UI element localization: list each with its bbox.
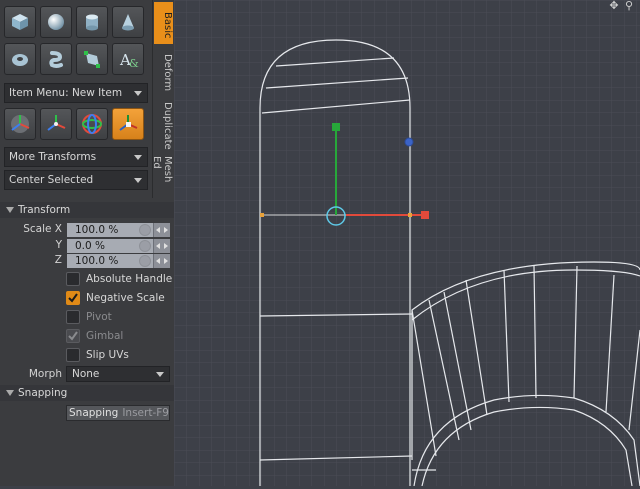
snapping-section-header[interactable]: Snapping bbox=[0, 385, 174, 401]
center-selected-value: Center Selected bbox=[9, 174, 94, 186]
collapse-triangle-icon bbox=[6, 390, 14, 396]
negative-scale-checkbox[interactable] bbox=[66, 291, 80, 305]
scale-y-value: 0.0 % bbox=[75, 240, 106, 252]
scale-z-field[interactable]: 100.0 % bbox=[67, 254, 170, 268]
zoom-viewport-icon[interactable]: ⚲ bbox=[623, 0, 635, 12]
transform-section-header[interactable]: Transform bbox=[0, 202, 174, 218]
cube-button[interactable] bbox=[4, 6, 36, 38]
pivot-checkbox[interactable] bbox=[66, 310, 80, 324]
scale-z-value: 100.0 % bbox=[75, 255, 119, 267]
morph-value: None bbox=[72, 368, 100, 380]
gizmo-x-handle[interactable] bbox=[421, 211, 429, 219]
scale-tool-icon bbox=[82, 114, 102, 134]
gimbal-label: Gimbal bbox=[86, 330, 124, 342]
slip-uvs-checkbox[interactable] bbox=[66, 348, 80, 362]
dial-icon[interactable] bbox=[139, 240, 151, 252]
tab-duplicate[interactable]: Duplicate bbox=[154, 98, 173, 150]
viewport-grid bbox=[174, 0, 640, 486]
gizmo-left-handle[interactable] bbox=[260, 213, 264, 217]
chevron-down-icon bbox=[156, 372, 164, 377]
checkmark-icon bbox=[68, 293, 78, 303]
tab-deform[interactable]: Deform bbox=[154, 46, 173, 96]
tab-mesh-edit[interactable]: Mesh Ed bbox=[154, 152, 173, 198]
spin-arrows-icon[interactable] bbox=[153, 254, 170, 268]
viewport-canvas[interactable] bbox=[174, 0, 640, 487]
move-tool-button[interactable] bbox=[4, 108, 36, 140]
svg-text:&: & bbox=[129, 57, 139, 70]
text-tool-icon: A & bbox=[119, 51, 139, 70]
cylinder-button[interactable] bbox=[76, 6, 108, 38]
absolute-handle-checkbox[interactable] bbox=[66, 272, 80, 286]
scale-y-label: Y bbox=[55, 239, 62, 251]
tab-basic-label: Basic bbox=[162, 11, 173, 39]
tool-panel: A & Item Menu: New Item More Transforms … bbox=[0, 0, 174, 486]
3d-viewport[interactable]: ✥ ⚲ bbox=[174, 0, 640, 487]
gizmo-right-handle[interactable] bbox=[408, 213, 412, 217]
spin-arrows-icon[interactable] bbox=[153, 239, 170, 253]
item-menu-value: Item Menu: New Item bbox=[9, 87, 123, 99]
scale-tool-button[interactable] bbox=[76, 108, 108, 140]
sphere-icon bbox=[48, 14, 64, 30]
side-tab-strip: Basic Deform Duplicate Mesh Ed bbox=[152, 0, 174, 198]
spin-arrows-icon[interactable] bbox=[153, 223, 170, 237]
move-viewport-icon[interactable]: ✥ bbox=[608, 0, 620, 12]
snapping-shortcut: Insert-F9 bbox=[122, 407, 169, 419]
scale-x-label: Scale X bbox=[23, 223, 62, 235]
gimbal-checkbox[interactable] bbox=[66, 329, 80, 343]
tab-basic[interactable]: Basic bbox=[154, 2, 173, 44]
morph-select[interactable]: None bbox=[66, 366, 170, 382]
collapse-triangle-icon bbox=[6, 207, 14, 213]
absolute-handle-label: Absolute Handle bbox=[86, 273, 173, 285]
transform-section-title: Transform bbox=[18, 204, 71, 216]
torus-icon bbox=[12, 54, 28, 66]
scale-y-field[interactable]: 0.0 % bbox=[67, 239, 170, 253]
scale-x-value: 100.0 % bbox=[75, 224, 119, 236]
dial-icon[interactable] bbox=[139, 224, 151, 236]
rotate-tool-icon bbox=[47, 115, 66, 131]
morph-label: Morph bbox=[28, 368, 62, 380]
cylinder-icon bbox=[86, 14, 98, 31]
tab-mesh-edit-label: Mesh Ed bbox=[154, 156, 173, 183]
dial-icon[interactable] bbox=[139, 255, 151, 267]
checkmark-icon bbox=[68, 331, 78, 341]
gizmo-y-handle[interactable] bbox=[332, 123, 340, 131]
sphere-button[interactable] bbox=[40, 6, 72, 38]
gizmo-z-handle[interactable] bbox=[404, 137, 414, 147]
tab-deform-label: Deform bbox=[162, 54, 173, 92]
text-tool-button[interactable]: A & bbox=[112, 43, 144, 75]
slip-uvs-label: Slip UVs bbox=[86, 349, 129, 361]
torus-button[interactable] bbox=[4, 43, 36, 75]
rotate-tool-button[interactable] bbox=[40, 108, 72, 140]
chevron-down-icon bbox=[134, 178, 142, 183]
transform-tool-icon bbox=[119, 115, 138, 131]
move-tool-icon bbox=[11, 115, 30, 133]
cone-button[interactable] bbox=[112, 6, 144, 38]
chevron-down-icon bbox=[134, 155, 142, 160]
snapping-button[interactable]: Snapping Insert-F9 bbox=[66, 405, 170, 421]
cone-icon bbox=[122, 14, 134, 31]
scale-z-label: Z bbox=[54, 254, 62, 266]
snapping-section-title: Snapping bbox=[18, 387, 68, 399]
capsule-icon bbox=[49, 51, 63, 68]
snapping-button-label: Snapping bbox=[69, 407, 119, 419]
chevron-down-icon bbox=[134, 91, 142, 96]
transform-tool-button[interactable] bbox=[112, 108, 144, 140]
more-transforms-value: More Transforms bbox=[9, 151, 97, 163]
negative-scale-label: Negative Scale bbox=[86, 292, 165, 304]
pen-tool-icon bbox=[84, 51, 100, 68]
more-transforms-dropdown[interactable]: More Transforms bbox=[4, 147, 148, 167]
pen-tool-button[interactable] bbox=[76, 43, 108, 75]
tab-duplicate-label: Duplicate bbox=[162, 102, 173, 150]
pivot-label: Pivot bbox=[86, 311, 112, 323]
scale-x-field[interactable]: 100.0 % bbox=[67, 223, 170, 237]
capsule-button[interactable] bbox=[40, 43, 72, 75]
center-selected-dropdown[interactable]: Center Selected bbox=[4, 170, 148, 190]
cube-icon bbox=[12, 14, 28, 30]
item-menu-dropdown[interactable]: Item Menu: New Item bbox=[4, 83, 148, 103]
